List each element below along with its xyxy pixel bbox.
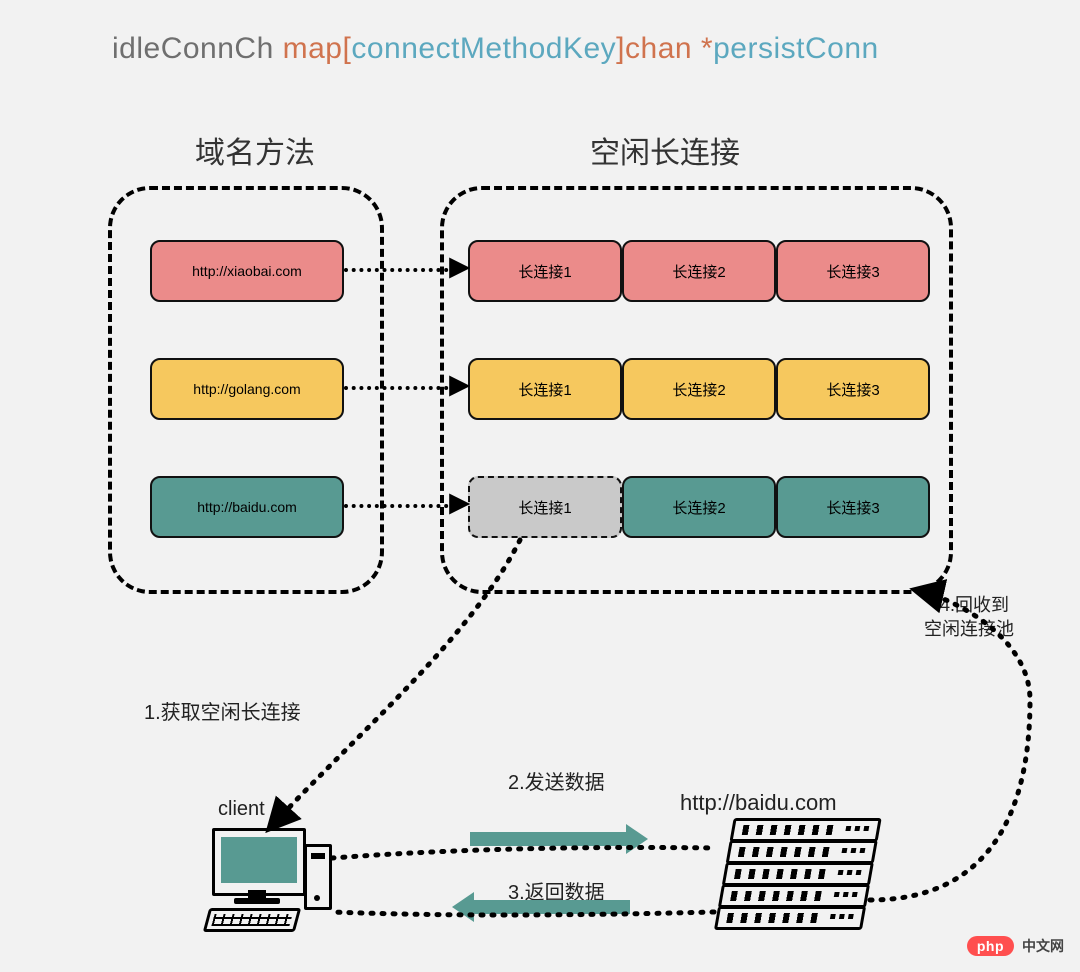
type-persistconn: persistConn: [713, 32, 879, 65]
step-2-label: 2.发送数据: [508, 766, 605, 795]
server-url-label: http://baidu.com: [680, 790, 837, 816]
conn-r1c2: 长连接3: [776, 358, 930, 420]
flow-step2: [332, 847, 714, 858]
dotted-link-row2: [344, 504, 456, 508]
conn-r1c1: 长连接2: [622, 358, 776, 420]
conn-r2c1-label: 长连接2: [672, 497, 725, 518]
dotted-link-row0: [344, 268, 456, 272]
key-baidu-label: http://baidu.com: [197, 499, 297, 515]
type-declaration: idleConnCh map[connectMethodKey]chan *pe…: [112, 32, 879, 66]
conn-r2c2-label: 长连接3: [826, 497, 879, 518]
conn-r2c0-label: 长连接1: [518, 497, 571, 518]
server-rack-icon: [714, 818, 881, 928]
keyword-chan: chan: [625, 32, 692, 65]
footer-logo: php 中文网: [967, 936, 1064, 956]
conn-r2c1: 长连接2: [622, 476, 776, 538]
footer-logo-text: 中文网: [1022, 936, 1064, 956]
bracket-close: ]: [616, 32, 625, 65]
conn-r2c0-idle: 长连接1: [468, 476, 622, 538]
recv-arrow-icon: [470, 900, 630, 914]
key-golang: http://golang.com: [150, 358, 344, 420]
key-baidu: http://baidu.com: [150, 476, 344, 538]
client-computer-icon: [206, 828, 326, 938]
bracket-open: [: [342, 32, 351, 65]
conn-r0c0-label: 长连接1: [518, 261, 571, 282]
conn-r0c2: 长连接3: [776, 240, 930, 302]
client-label: client: [218, 798, 265, 821]
conn-r0c0: 长连接1: [468, 240, 622, 302]
key-golang-label: http://golang.com: [193, 381, 300, 397]
conn-r1c0-label: 长连接1: [518, 379, 571, 400]
step-4-label-line2: 空闲连接池: [924, 618, 1014, 641]
ident-idleconnch: idleConnCh: [112, 32, 274, 65]
step-1-label: 1.获取空闲长连接: [144, 696, 301, 725]
key-xiaobai: http://xiaobai.com: [150, 240, 344, 302]
footer-logo-badge: php: [967, 936, 1014, 956]
conn-r0c1: 长连接2: [622, 240, 776, 302]
conn-r1c0: 长连接1: [468, 358, 622, 420]
header-domain-method: 域名方法: [195, 128, 315, 172]
star: *: [701, 32, 713, 65]
type-connectmethodkey: connectMethodKey: [351, 32, 616, 65]
dotted-link-row1: [344, 386, 456, 390]
conn-r0c2-label: 长连接3: [826, 261, 879, 282]
key-xiaobai-label: http://xiaobai.com: [192, 263, 302, 279]
send-arrow-icon: [470, 832, 630, 846]
conn-r1c1-label: 长连接2: [672, 379, 725, 400]
header-idle-conns: 空闲长连接: [590, 128, 740, 172]
conn-r0c1-label: 长连接2: [672, 261, 725, 282]
conn-r1c2-label: 长连接3: [826, 379, 879, 400]
conn-r2c2: 长连接3: [776, 476, 930, 538]
keyword-map: map: [283, 32, 343, 65]
step-4-label-line1: 4.回收到: [940, 594, 1009, 617]
